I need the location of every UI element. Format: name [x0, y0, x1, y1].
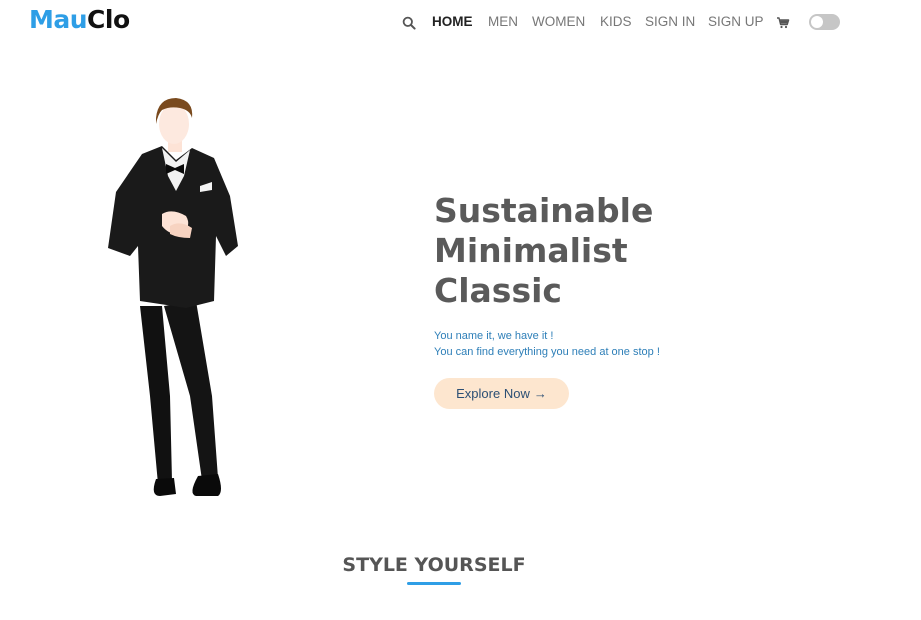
hero-subtitle-line-1: You name it, we have it ! [434, 330, 554, 342]
section-title-underline [407, 582, 461, 585]
section-title: STYLE YOURSELF [342, 554, 526, 576]
brand-logo-part2: Clo [87, 5, 130, 34]
nav-link-women[interactable]: WOMEN [532, 14, 585, 29]
hero-title: Sustainable Minimalist Classic [434, 191, 794, 311]
nav-link-men[interactable]: MEN [488, 14, 518, 29]
brand-logo-part1: Mau [29, 5, 88, 34]
cart-icon[interactable] [776, 15, 790, 29]
tuxedo-man-illustration [100, 96, 250, 502]
navbar: MauClo HOME MEN WOMEN KIDS SIGN IN SIGN … [0, 0, 921, 46]
dark-mode-toggle[interactable] [809, 14, 840, 30]
hero-subtitle-line-2: You can find everything you need at one … [434, 346, 660, 358]
hero-subtitle: You name it, we have it ! You can find e… [434, 328, 660, 360]
nav-link-home[interactable]: HOME [432, 14, 473, 29]
nav-link-sign-up[interactable]: SIGN UP [708, 14, 764, 29]
nav-link-sign-in[interactable]: SIGN IN [645, 14, 695, 29]
brand-logo[interactable]: MauClo [29, 5, 130, 34]
hero-title-line-2: Minimalist [434, 231, 628, 270]
arrow-right-icon: → [533, 386, 547, 401]
explore-now-button[interactable]: Explore Now → [434, 378, 569, 409]
toggle-knob [811, 16, 823, 28]
hero-title-line-1: Sustainable [434, 191, 654, 230]
explore-now-label: Explore Now [456, 386, 530, 401]
search-icon[interactable] [402, 15, 416, 30]
nav-link-kids[interactable]: KIDS [600, 14, 632, 29]
hero-title-line-3: Classic [434, 271, 562, 310]
